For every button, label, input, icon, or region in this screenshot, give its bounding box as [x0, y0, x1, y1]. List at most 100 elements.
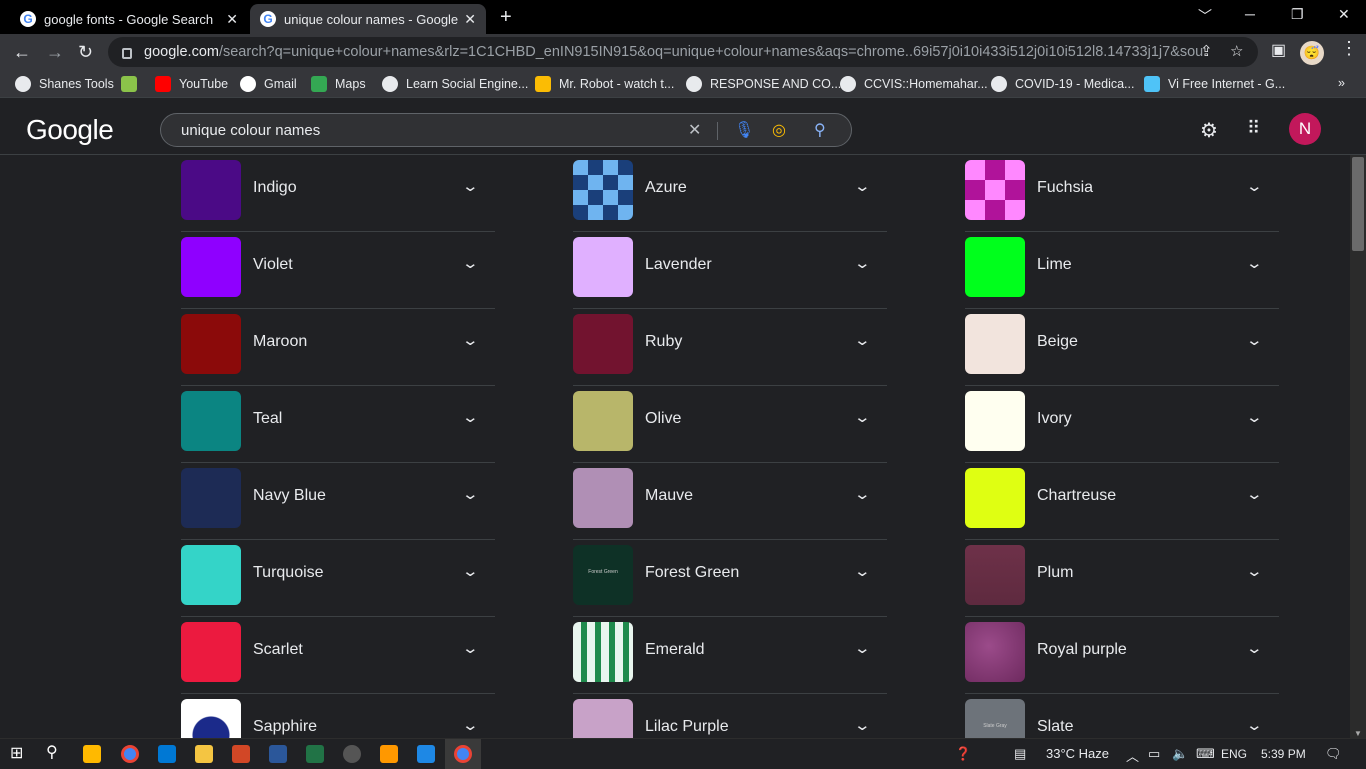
tab-search-chevron-icon[interactable]: ﹀	[1198, 6, 1212, 26]
colour-item-chartreuse[interactable]: Chartreuse ⌄	[965, 463, 1279, 540]
colour-swatch-image[interactable]	[181, 545, 241, 605]
show-hidden-icons-icon[interactable]: ︿	[1126, 746, 1139, 765]
chrome-taskbar-icon[interactable]	[121, 745, 139, 763]
profile-avatar[interactable]: 😴	[1300, 41, 1324, 65]
chevron-down-icon[interactable]: ⌄	[853, 331, 871, 349]
colour-swatch-image[interactable]	[965, 545, 1025, 605]
notification-icon[interactable]: 🗨	[1325, 746, 1342, 762]
colour-name[interactable]: Lilac Purple	[645, 718, 729, 736]
colour-name[interactable]: Ruby	[645, 333, 682, 351]
bookmark-learn-social-engine[interactable]: Learn Social Engine...	[382, 76, 528, 92]
chevron-down-icon[interactable]: ⌄	[461, 331, 479, 349]
bookmark-shanes-tools[interactable]: Shanes Tools	[15, 76, 114, 92]
colour-swatch-image[interactable]	[965, 160, 1025, 220]
colour-item-mauve[interactable]: Mauve ⌄	[573, 463, 887, 540]
menu-dots-icon[interactable]: ⋮	[1340, 38, 1358, 59]
colour-item-violet[interactable]: Violet ⌄	[181, 232, 495, 309]
colour-item-lavender[interactable]: Lavender ⌄	[573, 232, 887, 309]
minimize-icon[interactable]: ─	[1245, 6, 1255, 22]
colour-name[interactable]: Scarlet	[253, 641, 303, 659]
chevron-down-icon[interactable]: ⌄	[853, 254, 871, 272]
chevron-down-icon[interactable]: ⌄	[853, 408, 871, 426]
url-text[interactable]: google.com/search?q=unique+colour+names&…	[144, 44, 1204, 60]
reload-icon[interactable]: ↻	[78, 42, 93, 63]
colour-item-maroon[interactable]: Maroon ⌄	[181, 309, 495, 386]
colour-swatch-image[interactable]	[181, 391, 241, 451]
chevron-down-icon[interactable]: ⌄	[461, 177, 479, 195]
lens-icon[interactable]: ◎	[772, 120, 786, 140]
colour-swatch-image[interactable]	[573, 622, 633, 682]
colour-item-ruby[interactable]: Ruby ⌄	[573, 309, 887, 386]
colour-name[interactable]: Fuchsia	[1037, 179, 1093, 197]
colour-item-slate[interactable]: Slate Gray Slate ⌄	[965, 694, 1279, 738]
colour-item-scarlet[interactable]: Scarlet ⌄	[181, 617, 495, 694]
bookmark-vi-free-internet-g[interactable]: Vi Free Internet - G...	[1144, 76, 1285, 92]
volume-icon[interactable]: 🔈	[1172, 746, 1188, 762]
sublime-icon[interactable]	[380, 745, 398, 763]
taskbar-search-icon[interactable]: ⚲	[46, 742, 64, 761]
colour-swatch-image[interactable]	[181, 237, 241, 297]
colour-item-sapphire[interactable]: Sapphire ⌄	[181, 694, 495, 738]
colour-name[interactable]: Sapphire	[253, 718, 317, 736]
settings-gear-icon[interactable]: ⚙	[1200, 118, 1218, 143]
chevron-down-icon[interactable]: ⌄	[461, 716, 479, 734]
colour-item-ivory[interactable]: Ivory ⌄	[965, 386, 1279, 463]
scroll-down-arrow-icon[interactable]: ▼	[1354, 729, 1362, 738]
colour-item-azure[interactable]: Azure ⌄	[573, 155, 887, 232]
chrome-taskbar-icon[interactable]	[454, 745, 472, 763]
colour-item-lime[interactable]: Lime ⌄	[965, 232, 1279, 309]
network-icon[interactable]: ⌨	[1196, 746, 1215, 762]
colour-name[interactable]: Forest Green	[645, 564, 739, 582]
colour-item-forest-green[interactable]: Forest Green Forest Green ⌄	[573, 540, 887, 617]
colour-item-olive[interactable]: Olive ⌄	[573, 386, 887, 463]
colour-item-fuchsia[interactable]: Fuchsia ⌄	[965, 155, 1279, 232]
bookmark-covid-19-medica[interactable]: COVID-19 - Medica...	[991, 76, 1134, 92]
chevron-down-icon[interactable]: ⌄	[853, 639, 871, 657]
chevron-down-icon[interactable]: ⌄	[1245, 331, 1263, 349]
media-player-icon[interactable]	[343, 745, 361, 763]
chevron-down-icon[interactable]: ⌄	[461, 254, 479, 272]
chevron-down-icon[interactable]: ⌄	[461, 562, 479, 580]
colour-swatch-image[interactable]	[181, 622, 241, 682]
clock[interactable]: 5:39 PM	[1261, 747, 1306, 761]
bookmark-star-icon[interactable]: ☆	[1230, 42, 1243, 60]
chevron-down-icon[interactable]: ⌄	[853, 562, 871, 580]
colour-swatch-image[interactable]	[573, 468, 633, 528]
chevron-down-icon[interactable]: ⌄	[1245, 485, 1263, 503]
colour-swatch-image[interactable]	[573, 160, 633, 220]
colour-name[interactable]: Emerald	[645, 641, 705, 659]
address-bar[interactable]: google.com/search?q=unique+colour+names&…	[108, 37, 1258, 67]
colour-item-royal-purple[interactable]: Royal purple ⌄	[965, 617, 1279, 694]
close-tab-icon[interactable]: ✕	[226, 11, 238, 28]
colour-name[interactable]: Plum	[1037, 564, 1073, 582]
colour-name[interactable]: Slate	[1037, 718, 1073, 736]
more-bookmarks-icon[interactable]: »	[1338, 76, 1345, 90]
page-scrollbar[interactable]: ▼	[1350, 155, 1366, 738]
colour-name[interactable]: Navy Blue	[253, 487, 326, 505]
bookmark-item-1[interactable]	[121, 76, 145, 92]
colour-swatch-image[interactable]	[573, 237, 633, 297]
back-icon[interactable]: ←	[13, 42, 31, 63]
colour-swatch-image[interactable]	[965, 314, 1025, 374]
help-icon[interactable]: ❓	[955, 746, 971, 762]
restore-icon[interactable]: ❐	[1291, 6, 1304, 23]
colour-name[interactable]: Beige	[1037, 333, 1078, 351]
bookmark-mr-robot-watch-t[interactable]: Mr. Robot - watch t...	[535, 76, 674, 92]
powerpoint-icon[interactable]	[232, 745, 250, 763]
chevron-down-icon[interactable]: ⌄	[853, 485, 871, 503]
colour-swatch-image[interactable]	[181, 468, 241, 528]
chevron-down-icon[interactable]: ⌄	[1245, 177, 1263, 195]
colour-swatch-image[interactable]	[573, 699, 633, 738]
chevron-down-icon[interactable]: ⌄	[853, 177, 871, 195]
tab-google-fonts[interactable]: G google fonts - Google Search ✕	[8, 4, 248, 34]
colour-name[interactable]: Olive	[645, 410, 681, 428]
colour-name[interactable]: Azure	[645, 179, 687, 197]
language-indicator[interactable]: ENG	[1221, 747, 1247, 761]
mail-icon[interactable]	[158, 745, 176, 763]
bookmark-youtube[interactable]: YouTube	[155, 76, 228, 92]
store-icon[interactable]	[83, 745, 101, 763]
colour-swatch-image[interactable]	[965, 468, 1025, 528]
scrollbar-thumb[interactable]	[1352, 157, 1364, 251]
word-icon[interactable]	[269, 745, 287, 763]
user-avatar[interactable]: N	[1289, 113, 1321, 145]
